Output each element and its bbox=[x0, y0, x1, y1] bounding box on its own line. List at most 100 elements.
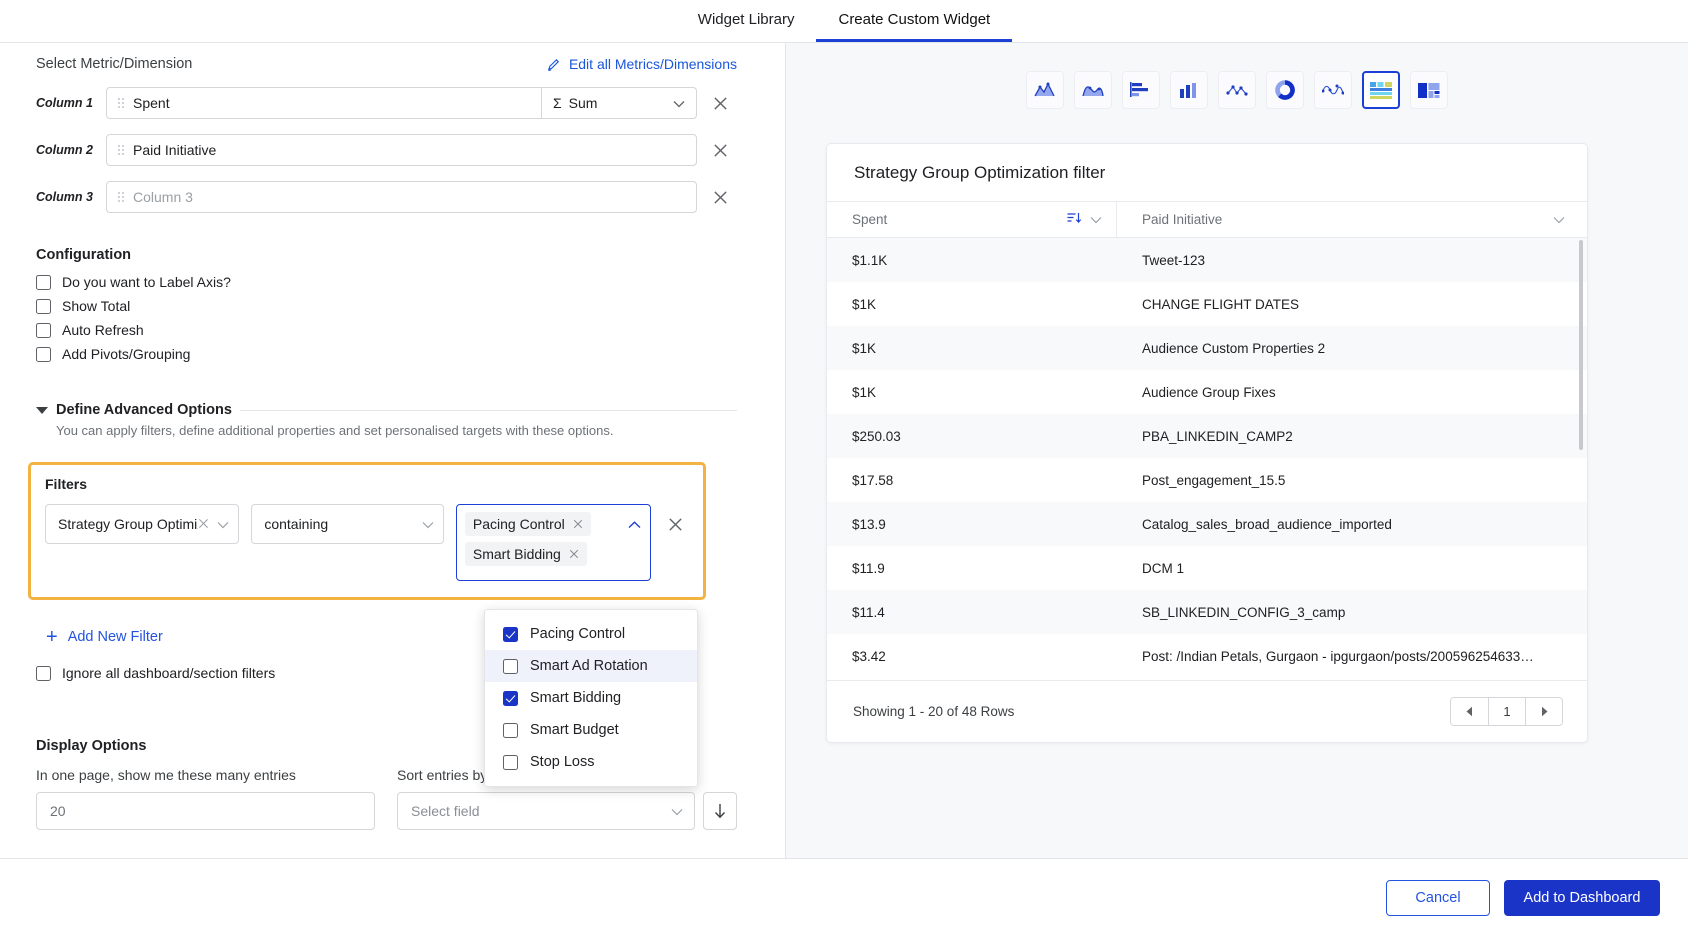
tab-create-custom-widget[interactable]: Create Custom Widget bbox=[816, 12, 1013, 42]
cell-spent: $250.03 bbox=[852, 428, 901, 444]
chevron-up-icon[interactable] bbox=[628, 516, 641, 534]
cell-spent: $1K bbox=[852, 296, 877, 312]
column-1-aggregation-select[interactable]: Σ Sum bbox=[541, 87, 697, 119]
filter-operator-select[interactable]: containing bbox=[251, 504, 444, 544]
column-1-field[interactable]: Spent bbox=[106, 87, 541, 119]
table-row[interactable]: $11.4 SB_LINKEDIN_CONFIG_3_camp bbox=[827, 590, 1587, 634]
table-row[interactable]: $1K CHANGE FLIGHT DATES bbox=[827, 282, 1587, 326]
checkbox-icon[interactable] bbox=[503, 626, 518, 642]
remove-column-1-button[interactable] bbox=[703, 95, 737, 112]
column-3-placeholder: Column 3 bbox=[133, 189, 193, 205]
dropdown-option-stop-loss[interactable]: Stop Loss bbox=[485, 746, 697, 778]
showing-rows-label: Showing 1 - 20 of 48 Rows bbox=[853, 704, 1015, 719]
area-chart-icon[interactable] bbox=[1026, 71, 1064, 109]
clear-icon[interactable] bbox=[198, 516, 209, 532]
sort-field-select[interactable]: Select field bbox=[397, 792, 695, 830]
entries-per-page-input[interactable]: 20 bbox=[36, 792, 375, 830]
add-to-dashboard-button[interactable]: Add to Dashboard bbox=[1504, 879, 1660, 916]
checkbox-icon[interactable] bbox=[503, 690, 518, 706]
column-row-2: Column 2 Paid Initiative bbox=[36, 134, 737, 166]
cell-spent: $1K bbox=[852, 384, 877, 400]
filters-title: Filters bbox=[45, 476, 88, 492]
dropdown-option-pacing-control[interactable]: Pacing Control bbox=[485, 618, 697, 650]
filter-chip[interactable]: Smart Bidding bbox=[464, 542, 587, 566]
checkbox-icon[interactable] bbox=[36, 274, 51, 290]
config-option-auto-refresh[interactable]: Auto Refresh bbox=[36, 322, 737, 338]
chevron-down-icon bbox=[422, 516, 434, 532]
preview-column-header-paid-initiative[interactable]: Paid Initiative bbox=[1117, 202, 1587, 237]
remove-filter-button[interactable] bbox=[663, 504, 690, 544]
config-option-label-axis[interactable]: Do you want to Label Axis? bbox=[36, 274, 737, 290]
config-option-label: Auto Refresh bbox=[62, 322, 144, 338]
column-chart-icon[interactable] bbox=[1170, 71, 1208, 109]
column-1-value: Spent bbox=[133, 95, 170, 111]
chevron-down-icon bbox=[217, 516, 229, 532]
tab-widget-library[interactable]: Widget Library bbox=[676, 12, 817, 42]
donut-chart-icon[interactable] bbox=[1266, 71, 1304, 109]
configuration-title: Configuration bbox=[36, 247, 132, 263]
checkbox-icon[interactable] bbox=[36, 322, 51, 338]
preview-title: Strategy Group Optimization filter bbox=[854, 163, 1106, 182]
current-page-number[interactable]: 1 bbox=[1488, 698, 1525, 725]
horizontal-bar-chart-icon[interactable] bbox=[1122, 71, 1160, 109]
checkbox-icon[interactable] bbox=[36, 665, 51, 681]
remove-column-2-button[interactable] bbox=[703, 142, 737, 159]
cancel-button[interactable]: Cancel bbox=[1386, 879, 1490, 916]
chevron-down-icon[interactable] bbox=[1090, 212, 1102, 227]
table-row[interactable]: $3.42 Post: /Indian Petals, Gurgaon - ip… bbox=[827, 634, 1587, 678]
dropdown-option-smart-ad-rotation[interactable]: Smart Ad Rotation bbox=[485, 650, 697, 682]
drag-handle-icon[interactable] bbox=[117, 190, 125, 204]
area-spline-chart-icon[interactable] bbox=[1074, 71, 1112, 109]
sort-descending-icon[interactable] bbox=[1067, 212, 1082, 228]
remove-chip-icon[interactable] bbox=[569, 547, 579, 562]
next-page-button[interactable] bbox=[1525, 698, 1562, 725]
filters-section: Filters Strategy Group Optimizatic bbox=[28, 462, 706, 600]
checkbox-icon[interactable] bbox=[36, 298, 51, 314]
sort-direction-button[interactable] bbox=[703, 792, 737, 830]
checkbox-icon[interactable] bbox=[503, 754, 518, 770]
dropdown-option-smart-budget[interactable]: Smart Budget bbox=[485, 714, 697, 746]
preview-scrollbar[interactable] bbox=[1579, 240, 1583, 450]
dropdown-option-smart-bidding[interactable]: Smart Bidding bbox=[485, 682, 697, 714]
previous-page-button[interactable] bbox=[1451, 698, 1488, 725]
table-row[interactable]: $17.58 Post_engagement_15.5 bbox=[827, 458, 1587, 502]
edit-all-metrics-link[interactable]: Edit all Metrics/Dimensions bbox=[547, 56, 737, 72]
collapse-caret-icon[interactable] bbox=[36, 406, 48, 414]
mixed-layout-chart-icon[interactable] bbox=[1410, 71, 1448, 109]
drag-handle-icon[interactable] bbox=[117, 96, 125, 110]
table-row[interactable]: $250.03 PBA_LINKEDIN_CAMP2 bbox=[827, 414, 1587, 458]
footer-actions: Cancel Add to Dashboard bbox=[0, 858, 1688, 936]
preview-column-header-spent[interactable]: Spent bbox=[827, 202, 1117, 237]
filter-chip[interactable]: Pacing Control bbox=[464, 512, 591, 536]
table-row[interactable]: $1K Audience Custom Properties 2 bbox=[827, 326, 1587, 370]
table-row[interactable]: $1.1K Tweet-123 bbox=[827, 238, 1587, 282]
checkbox-icon[interactable] bbox=[503, 722, 518, 738]
filter-values-dropdown[interactable]: Pacing Control Smart Ad Rotation Smart B… bbox=[484, 609, 698, 787]
table-chart-icon[interactable] bbox=[1362, 71, 1400, 109]
filter-values-multiselect[interactable]: Pacing Control Smart Bidding bbox=[455, 504, 651, 581]
scatter-chart-icon[interactable] bbox=[1218, 71, 1256, 109]
column-3-field[interactable]: Column 3 bbox=[106, 181, 697, 213]
dropdown-option-label: Smart Budget bbox=[530, 722, 619, 738]
table-row[interactable]: $13.9 Catalog_sales_broad_audience_impor… bbox=[827, 502, 1587, 546]
filter-field-select[interactable]: Strategy Group Optimizatic bbox=[45, 504, 240, 544]
dropdown-option-label: Stop Loss bbox=[530, 754, 595, 770]
column-2-field[interactable]: Paid Initiative bbox=[106, 134, 697, 166]
line-chart-icon[interactable] bbox=[1314, 71, 1352, 109]
dropdown-option-label: Pacing Control bbox=[530, 626, 626, 642]
checkbox-icon[interactable] bbox=[36, 346, 51, 362]
remove-chip-icon[interactable] bbox=[573, 517, 583, 532]
config-option-show-total[interactable]: Show Total bbox=[36, 298, 737, 314]
chevron-down-icon[interactable] bbox=[1553, 212, 1565, 227]
checkbox-icon[interactable] bbox=[503, 658, 518, 674]
chart-type-selector bbox=[786, 43, 1688, 109]
table-row[interactable]: $1K Audience Group Fixes bbox=[827, 370, 1587, 414]
plus-icon: + bbox=[46, 626, 58, 648]
table-row[interactable]: $11.9 DCM 1 bbox=[827, 546, 1587, 590]
filter-operator-value: containing bbox=[264, 516, 329, 532]
remove-column-3-button[interactable] bbox=[703, 189, 737, 206]
top-tab-bar: Widget Library Create Custom Widget bbox=[0, 0, 1688, 43]
config-option-add-pivots[interactable]: Add Pivots/Grouping bbox=[36, 346, 737, 362]
drag-handle-icon[interactable] bbox=[117, 143, 125, 157]
cell-initiative: Post: /Indian Petals, Gurgaon - ipgurgao… bbox=[1142, 648, 1534, 664]
